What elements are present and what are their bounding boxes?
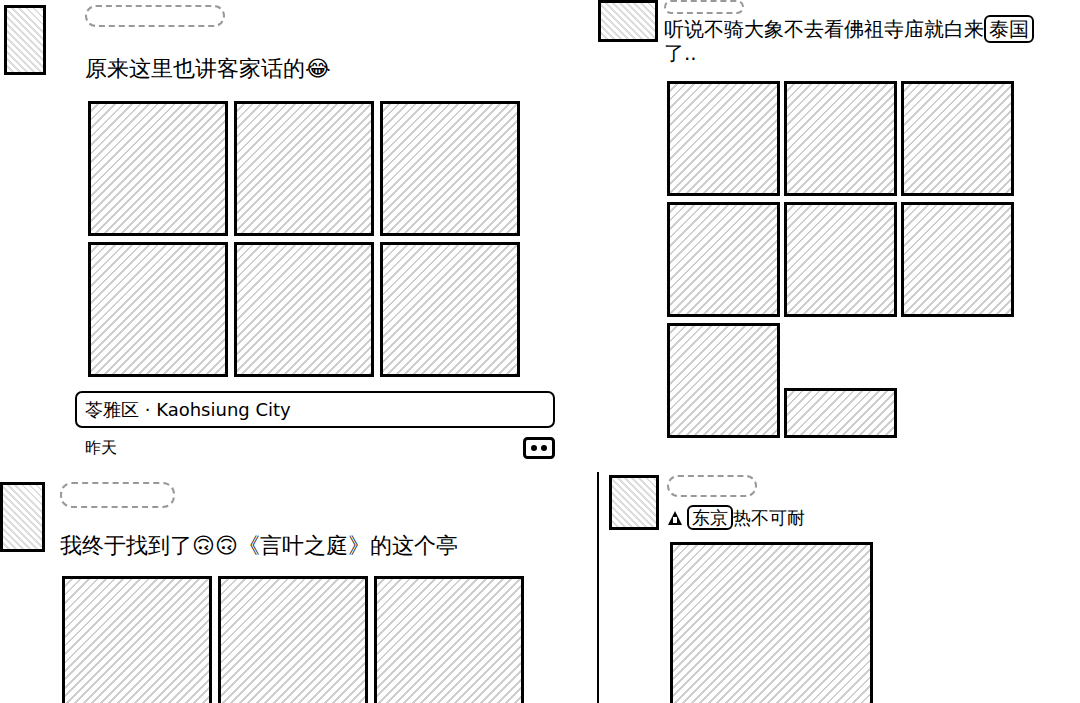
photo-thumbnail[interactable] (88, 101, 228, 236)
text-span: 热不可耐 (733, 507, 805, 528)
photo-thumbnail[interactable] (234, 242, 374, 377)
highlighted-word: 泰国 (984, 15, 1034, 43)
photo-thumbnail[interactable] (784, 81, 897, 196)
post-body: 东京热不可耐 (667, 475, 873, 703)
photo-thumbnail[interactable] (374, 576, 524, 703)
post-text: 听说不骑大象不去看佛祖寺庙就白来泰国了.. (664, 17, 1059, 65)
highlighted-word: 东京 (687, 505, 733, 530)
post-body: 我终于找到了🙃🙃《言叶之庭》的这个亭 (60, 482, 524, 703)
moment-post: 原来这里也讲客家话的😂 苓雅区 · Kaohsiung City 昨天 (0, 0, 597, 472)
photo-thumbnail[interactable] (234, 101, 374, 236)
feed-row: 我终于找到了🙃🙃《言叶之庭》的这个亭 东京热不可耐 (0, 472, 1080, 703)
post-text: 东京热不可耐 (667, 507, 873, 530)
comment-icon[interactable] (523, 437, 555, 459)
photo-thumbnail[interactable] (88, 242, 228, 377)
feed-row: 原来这里也讲客家话的😂 苓雅区 · Kaohsiung City 昨天 听说不骑大象不… (0, 0, 1080, 472)
photo-thumbnail[interactable] (380, 242, 520, 377)
photo-thumbnail[interactable] (667, 81, 780, 196)
photo-thumbnail[interactable] (901, 202, 1014, 317)
hidden-username (667, 475, 757, 497)
photo-thumbnail[interactable] (667, 323, 780, 438)
marker-icon (667, 509, 683, 527)
user-avatar[interactable] (0, 482, 45, 552)
user-avatar[interactable] (4, 5, 46, 75)
photo-thumbnail[interactable] (784, 202, 897, 317)
photo-grid (88, 101, 555, 377)
user-avatar[interactable] (598, 0, 658, 42)
post-body: 原来这里也讲客家话的😂苓雅区 · Kaohsiung City昨天 (85, 5, 555, 460)
moments-feed: 原来这里也讲客家话的😂 苓雅区 · Kaohsiung City 昨天 听说不骑大象不… (0, 0, 1080, 703)
text-span: 了.. (664, 41, 697, 65)
photo-thumbnail[interactable] (667, 202, 780, 317)
post-time: 昨天 (85, 436, 117, 460)
hidden-username (664, 0, 744, 14)
post-body: 听说不骑大象不去看佛祖寺庙就白来泰国了.. (664, 0, 1059, 438)
photo-grid (667, 81, 1059, 438)
moment-post: 我终于找到了🙃🙃《言叶之庭》的这个亭 (0, 472, 597, 703)
photo-thumbnail[interactable] (670, 542, 873, 703)
photo-thumbnail[interactable] (901, 81, 1014, 196)
photo-thumbnail[interactable] (380, 101, 520, 236)
photo-grid (62, 576, 524, 703)
photo-thumbnail[interactable] (218, 576, 368, 703)
moment-post: 东京热不可耐 (597, 472, 1080, 703)
user-avatar[interactable] (609, 475, 659, 530)
location-tag[interactable]: 苓雅区 · Kaohsiung City (75, 391, 555, 428)
moment-post: 听说不骑大象不去看佛祖寺庙就白来泰国了.. (597, 0, 1080, 472)
photo-grid (670, 542, 873, 703)
photo-thumbnail[interactable] (62, 576, 212, 703)
text-span: 听说不骑大象不去看佛祖寺庙就白来 (664, 17, 984, 41)
text-span: 原来这里也讲客家话的😂 (85, 56, 331, 81)
post-text-line: 东京热不可耐 (687, 507, 805, 530)
post-text: 原来这里也讲客家话的😂 (85, 55, 555, 83)
post-footer: 昨天 (85, 436, 555, 460)
post-text: 我终于找到了🙃🙃《言叶之庭》的这个亭 (60, 532, 524, 560)
photo-thumbnail[interactable] (784, 388, 897, 438)
text-span: 我终于找到了🙃🙃《言叶之庭》的这个亭 (60, 533, 458, 558)
hidden-username (60, 482, 175, 508)
hidden-username (85, 5, 225, 27)
